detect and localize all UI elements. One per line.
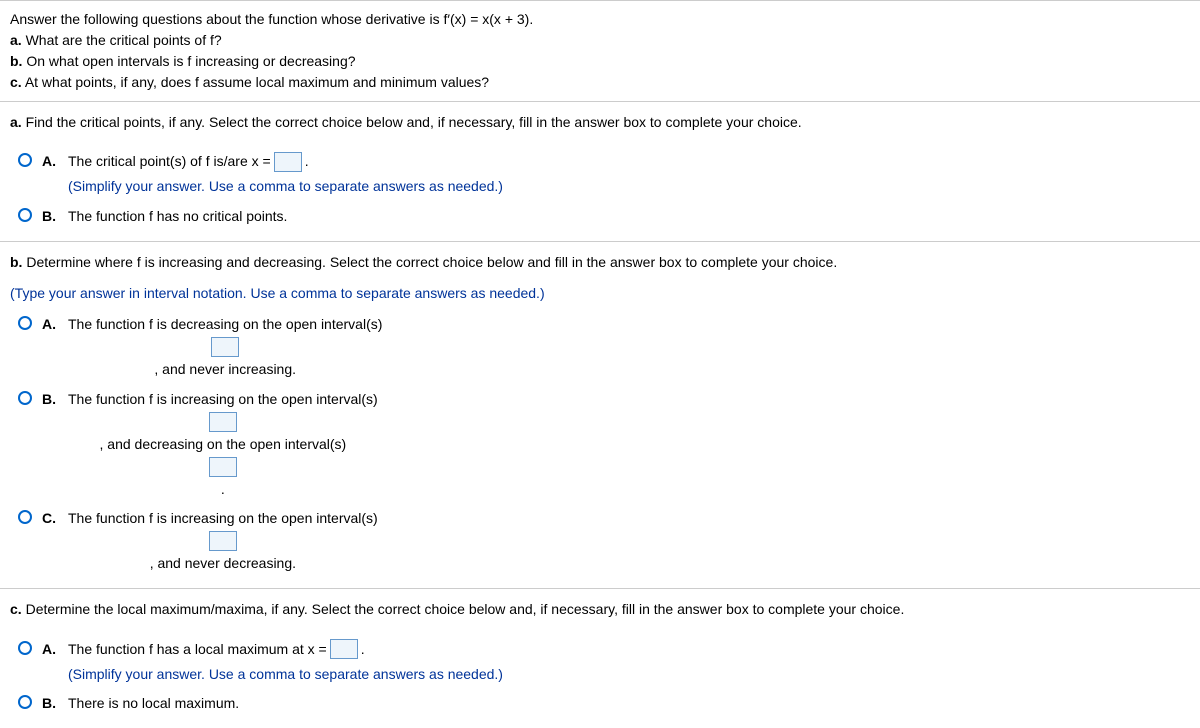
choice-content-c-B: There is no local maximum. (68, 691, 239, 716)
part-b-label: b. (10, 254, 22, 270)
label-a: a. (10, 32, 22, 48)
b-A-after: , and never increasing. (154, 357, 296, 382)
b-A-before: The function f is decreasing on the open… (68, 312, 382, 337)
b-B-after: . (221, 477, 225, 502)
radio-b-A[interactable] (18, 316, 32, 330)
b-B-before: The function f is increasing on the open… (68, 387, 378, 412)
part-c-prompt-text: Determine the local maximum/maxima, if a… (26, 601, 905, 617)
radio-b-C[interactable] (18, 510, 32, 524)
answer-box-b-B-1[interactable] (209, 412, 237, 432)
choice-label-c-A: A. (42, 637, 60, 662)
choice-content-b-B: The function f is increasing on the open… (68, 387, 378, 503)
part-c-choice-b: B. There is no local maximum. (18, 691, 1190, 716)
c-B-text: There is no local maximum. (68, 691, 239, 716)
part-c-choice-a: A. The function f has a local maximum at… (18, 637, 1190, 687)
part-a-choice-b: B. The function f has no critical points… (18, 204, 1190, 229)
label-b: b. (10, 53, 22, 69)
header-b-text: On what open intervals is f increasing o… (26, 53, 355, 69)
label-c: c. (10, 74, 22, 90)
part-c-label: c. (10, 601, 22, 617)
choice-content-c-A: The function f has a local maximum at x … (68, 637, 503, 687)
header-part-a: a. What are the critical points of f? (10, 30, 1190, 51)
header-part-c: c. At what points, if any, does f assume… (10, 72, 1190, 93)
choice-content-a-B: The function f has no critical points. (68, 204, 287, 229)
header-part-b: b. On what open intervals is f increasin… (10, 51, 1190, 72)
a-B-text: The function f has no critical points. (68, 204, 287, 229)
question-header: Answer the following questions about the… (0, 0, 1200, 102)
choice-label-a-B: B. (42, 204, 60, 229)
choice-label-b-B: B. (42, 387, 60, 412)
choice-label-b-A: A. (42, 312, 60, 337)
part-b-hint: (Type your answer in interval notation. … (10, 281, 1190, 306)
answer-box-b-C[interactable] (209, 531, 237, 551)
part-b-section: b. Determine where f is increasing and d… (0, 242, 1200, 589)
b-C-after: , and never decreasing. (150, 551, 296, 576)
radio-c-A[interactable] (18, 641, 32, 655)
part-b-prompt-text: Determine where f is increasing and decr… (26, 254, 837, 270)
choice-label-a-A: A. (42, 149, 60, 174)
c-A-hint: (Simplify your answer. Use a comma to se… (68, 662, 503, 687)
part-a-label: a. (10, 114, 22, 130)
a-A-after: . (305, 149, 309, 174)
answer-box-b-A[interactable] (211, 337, 239, 357)
part-b-choice-a: A. The function f is decreasing on the o… (18, 312, 1190, 382)
answer-box-a-A[interactable] (274, 152, 302, 172)
part-a-prompt-text: Find the critical points, if any. Select… (26, 114, 802, 130)
choice-label-c-B: B. (42, 691, 60, 716)
header-c-text: At what points, if any, does f assume lo… (25, 74, 489, 90)
choice-content-b-C: The function f is increasing on the open… (68, 506, 378, 576)
part-b-prompt: b. Determine where f is increasing and d… (10, 250, 1190, 275)
choice-label-b-C: C. (42, 506, 60, 531)
header-a-text: What are the critical points of f? (26, 32, 222, 48)
answer-box-b-B-2[interactable] (209, 457, 237, 477)
a-A-hint: (Simplify your answer. Use a comma to se… (68, 174, 503, 199)
c-A-before: The function f has a local maximum at x … (68, 637, 327, 662)
part-a-choice-a: A. The critical point(s) of f is/are x =… (18, 149, 1190, 199)
intro-text: Answer the following questions about the… (10, 9, 1190, 30)
choice-content-a-A: The critical point(s) of f is/are x = . … (68, 149, 503, 199)
choice-content-b-A: The function f is decreasing on the open… (68, 312, 382, 382)
b-C-before: The function f is increasing on the open… (68, 506, 378, 531)
part-c-prompt: c. Determine the local maximum/maxima, i… (10, 597, 1190, 622)
part-a-prompt: a. Find the critical points, if any. Sel… (10, 110, 1190, 135)
radio-b-B[interactable] (18, 391, 32, 405)
answer-box-c-A[interactable] (330, 639, 358, 659)
a-A-before: The critical point(s) of f is/are x = (68, 149, 271, 174)
b-B-mid: , and decreasing on the open interval(s) (100, 432, 347, 457)
part-b-choice-b: B. The function f is increasing on the o… (18, 387, 1190, 503)
part-a-section: a. Find the critical points, if any. Sel… (0, 102, 1200, 241)
radio-a-A[interactable] (18, 153, 32, 167)
radio-a-B[interactable] (18, 208, 32, 222)
part-b-choice-c: C. The function f is increasing on the o… (18, 506, 1190, 576)
c-A-after: . (361, 637, 365, 662)
part-c-section: c. Determine the local maximum/maxima, i… (0, 589, 1200, 728)
radio-c-B[interactable] (18, 695, 32, 709)
